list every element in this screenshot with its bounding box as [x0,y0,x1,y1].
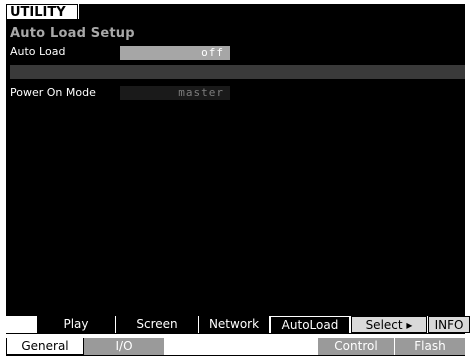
page-title: UTILITY [6,4,78,20]
section-title: Auto Load Setup [10,26,135,41]
power-on-mode-value[interactable]: master [120,86,230,100]
tab-io[interactable]: I/O [84,338,164,355]
auto-load-value[interactable]: off [120,46,230,60]
main-display [6,19,465,316]
tab-play[interactable]: Play [37,316,116,333]
title-bar [79,4,465,19]
tab-flash[interactable]: Flash [395,338,465,355]
tab-bottom-line [6,355,465,356]
auto-load-path-field[interactable] [10,65,465,79]
tab-control[interactable]: Control [318,338,394,355]
info-button[interactable]: INFO [428,316,470,333]
tab-network[interactable]: Network [199,316,270,333]
utility-screen: UTILITY Auto Load Setup Auto Load off Po… [0,0,471,359]
select-button[interactable]: Select ▸ [351,316,427,333]
tab-general[interactable]: General [6,338,84,355]
tab-screen[interactable]: Screen [116,316,199,333]
power-on-mode-label: Power On Mode [10,86,96,99]
auto-load-label: Auto Load [10,45,66,58]
tab-divider [6,333,465,334]
tab-blank [164,338,317,355]
tab-autoload[interactable]: AutoLoad [270,316,350,333]
